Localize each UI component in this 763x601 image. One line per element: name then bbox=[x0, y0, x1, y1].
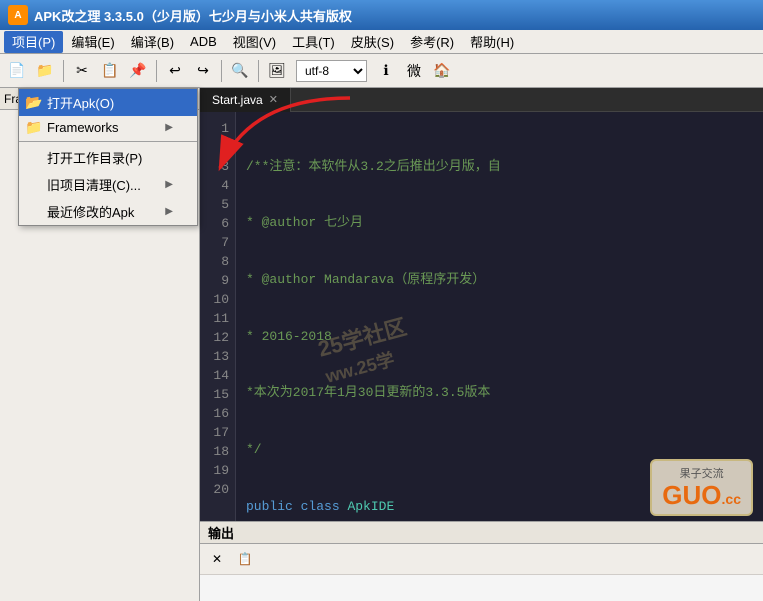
line-num-15: 15 bbox=[206, 386, 229, 405]
toolbar-home[interactable]: 🏠 bbox=[429, 58, 455, 84]
line-num-16: 16 bbox=[206, 405, 229, 424]
toolbar-open[interactable]: 📁 bbox=[32, 58, 58, 84]
toolbar-sep2 bbox=[156, 60, 157, 82]
menu-compile[interactable]: 编译(B) bbox=[123, 31, 182, 53]
dropdown-frameworks[interactable]: 📁 Frameworks ▶ bbox=[19, 116, 197, 139]
title-bar: A APK改之理 3.3.5.0（少月版）七少月与小米人共有版权 bbox=[0, 0, 763, 30]
line-num-5: 5 bbox=[206, 196, 229, 215]
line-num-13: 13 bbox=[206, 348, 229, 367]
code-line-3: * @author Mandarava（原程序开发） bbox=[246, 271, 753, 290]
toolbar-sep3 bbox=[221, 60, 222, 82]
menu-bar: 项目(P) 编辑(E) 编译(B) ADB 视图(V) 工具(T) 皮肤(S) … bbox=[0, 30, 763, 54]
tab-label: Start.java bbox=[212, 93, 263, 107]
line-num-4: 4 bbox=[206, 177, 229, 196]
output-copy-btn[interactable]: 📋 bbox=[232, 546, 258, 572]
dropdown-frameworks-label: Frameworks bbox=[47, 120, 119, 135]
line-num-17: 17 bbox=[206, 424, 229, 443]
toolbar-weibo[interactable]: 微 bbox=[401, 58, 427, 84]
output-toolbar: ✕ 📋 bbox=[200, 544, 763, 575]
dropdown-clean-label: 旧项目清理(C)... bbox=[47, 175, 141, 194]
line-num-10: 10 bbox=[206, 291, 229, 310]
tab-bar: Start.java ✕ bbox=[200, 88, 763, 112]
app-title: APK改之理 3.3.5.0（少月版）七少月与小米人共有版权 bbox=[34, 6, 352, 25]
toolbar-paste[interactable]: 📌 bbox=[125, 58, 151, 84]
frameworks-icon: 📁 bbox=[25, 119, 42, 136]
line-num-8: 8 bbox=[206, 253, 229, 272]
output-content bbox=[200, 575, 763, 583]
code-line-7: public class ApkIDE bbox=[246, 498, 753, 517]
encoding-area: utf-8 gbk gb2312 bbox=[296, 60, 367, 82]
menu-edit[interactable]: 编辑(E) bbox=[63, 31, 122, 53]
dropdown-clean[interactable]: 旧项目清理(C)... ▶ bbox=[19, 171, 197, 198]
line-num-9: 9 bbox=[206, 272, 229, 291]
code-line-2: * @author 七少月 bbox=[246, 214, 753, 233]
dropdown-recent-apk-label: 最近修改的Apk bbox=[47, 202, 134, 221]
toolbar-search[interactable]: 🔍 bbox=[227, 58, 253, 84]
line-num-2: 2 bbox=[206, 139, 229, 158]
code-editor: 1 2 3 4 5 6 7 8 9 10 11 12 13 14 15 16 1… bbox=[200, 112, 763, 521]
line-num-18: 18 bbox=[206, 443, 229, 462]
menu-tools[interactable]: 工具(T) bbox=[284, 31, 343, 53]
dropdown-open-apk-label: 打开Apk(O) bbox=[47, 93, 114, 112]
code-line-6: */ bbox=[246, 441, 753, 460]
toolbar-redo[interactable]: ↪ bbox=[190, 58, 216, 84]
encoding-select[interactable]: utf-8 gbk gb2312 bbox=[296, 60, 367, 82]
line-num-1: 1 bbox=[206, 120, 229, 139]
dropdown-open-workdir[interactable]: 打开工作目录(P) bbox=[19, 144, 197, 171]
menu-project[interactable]: 项目(P) bbox=[4, 31, 63, 53]
toolbar-copy[interactable]: 📋 bbox=[97, 58, 123, 84]
app-icon: A bbox=[8, 5, 28, 25]
editor-area: Start.java ✕ 1 2 3 4 5 6 7 8 9 10 11 12 … bbox=[200, 88, 763, 601]
clean-arrow-icon: ▶ bbox=[165, 179, 173, 190]
toolbar-cut[interactable]: ✂ bbox=[69, 58, 95, 84]
toolbar-undo[interactable]: ↩ bbox=[162, 58, 188, 84]
dropdown-open-workdir-label: 打开工作目录(P) bbox=[47, 148, 142, 167]
frameworks-arrow-icon: ▶ bbox=[165, 122, 173, 133]
dropdown-menu: 📂 打开Apk(O) 📁 Frameworks ▶ 打开工作目录(P) 旧项目清… bbox=[18, 88, 198, 226]
tab-close-btn[interactable]: ✕ bbox=[269, 93, 278, 106]
line-num-3: 3 bbox=[206, 158, 229, 177]
dropdown-recent-apk[interactable]: 最近修改的Apk ▶ bbox=[19, 198, 197, 225]
line-num-19: 19 bbox=[206, 462, 229, 481]
line-num-14: 14 bbox=[206, 367, 229, 386]
tab-start-java[interactable]: Start.java ✕ bbox=[200, 88, 291, 112]
output-header: 输出 bbox=[200, 522, 763, 544]
code-line-4: * 2016-2018 bbox=[246, 328, 753, 347]
menu-reference[interactable]: 参考(R) bbox=[402, 31, 462, 53]
toolbar-image[interactable]: 🖼 bbox=[264, 58, 290, 84]
line-num-6: 6 bbox=[206, 215, 229, 234]
code-content[interactable]: /**注意：本软件从3.2之后推出少月版，自 * @author 七少月 * @… bbox=[236, 112, 763, 521]
line-num-11: 11 bbox=[206, 310, 229, 329]
line-num-20: 20 bbox=[206, 481, 229, 500]
code-line-5: *本次为2017年1月30日更新的3.3.5版本 bbox=[246, 384, 753, 403]
output-clear-btn[interactable]: ✕ bbox=[204, 546, 230, 572]
menu-view[interactable]: 视图(V) bbox=[225, 31, 284, 53]
code-line-1: /**注意：本软件从3.2之后推出少月版，自 bbox=[246, 158, 753, 177]
toolbar: 📄 📁 ✂ 📋 📌 ↩ ↪ 🔍 🖼 utf-8 gbk gb2312 ℹ 微 🏠 bbox=[0, 54, 763, 88]
menu-skin[interactable]: 皮肤(S) bbox=[343, 31, 402, 53]
menu-adb[interactable]: ADB bbox=[182, 31, 225, 53]
toolbar-new[interactable]: 📄 bbox=[4, 58, 30, 84]
dropdown-open-apk[interactable]: 📂 打开Apk(O) bbox=[19, 89, 197, 116]
toolbar-info[interactable]: ℹ bbox=[373, 58, 399, 84]
toolbar-sep1 bbox=[63, 60, 64, 82]
output-panel: 输出 ✕ 📋 bbox=[200, 521, 763, 601]
line-num-7: 7 bbox=[206, 234, 229, 253]
open-apk-icon: 📂 bbox=[25, 94, 42, 111]
toolbar-sep4 bbox=[258, 60, 259, 82]
line-numbers: 1 2 3 4 5 6 7 8 9 10 11 12 13 14 15 16 1… bbox=[200, 112, 236, 521]
dropdown-sep1 bbox=[19, 141, 197, 142]
recent-arrow-icon: ▶ bbox=[165, 206, 173, 217]
output-title: 输出 bbox=[208, 523, 234, 542]
line-num-12: 12 bbox=[206, 329, 229, 348]
menu-help[interactable]: 帮助(H) bbox=[462, 31, 522, 53]
